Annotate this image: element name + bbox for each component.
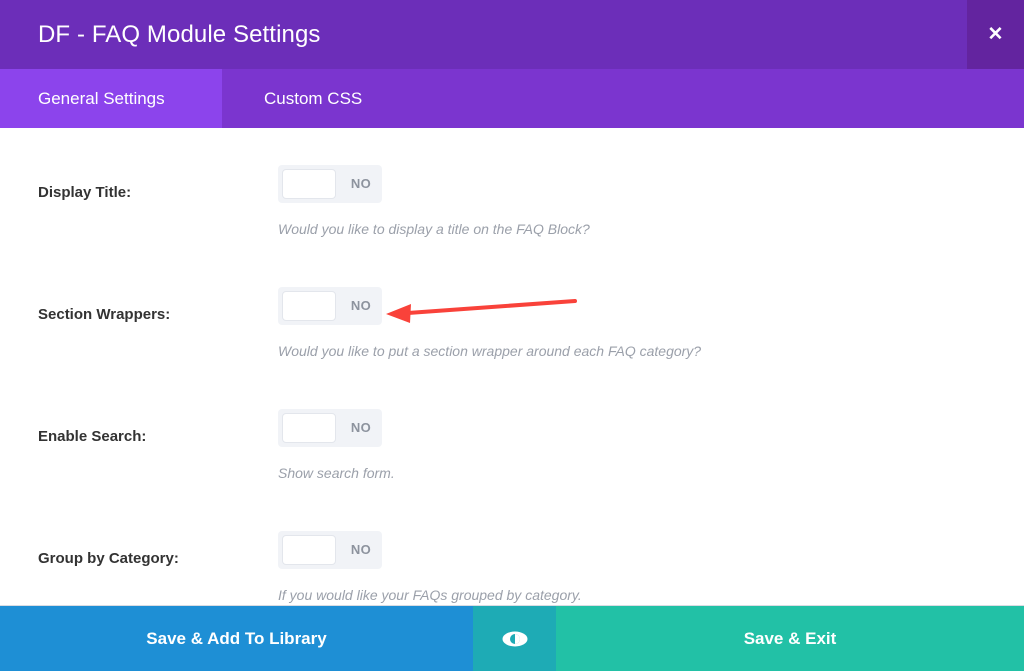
toggle-knob: [282, 413, 336, 443]
toggle-knob: [282, 169, 336, 199]
toggle-state-label: NO: [350, 420, 372, 435]
modal-footer: Save & Add To Library Save & Exit: [0, 605, 1024, 671]
tab-general-settings[interactable]: General Settings: [0, 69, 222, 128]
toggle-knob: [282, 291, 336, 321]
settings-form: Display Title: NO Would you like to disp…: [0, 128, 1024, 605]
eye-icon: [473, 606, 556, 671]
page-title: DF - FAQ Module Settings: [38, 21, 321, 48]
toggle-group-by-category[interactable]: NO: [278, 531, 382, 569]
toggle-state-label: NO: [350, 176, 372, 191]
field-label-display-title: Display Title:: [38, 184, 132, 201]
field-label-group-by-category: Group by Category:: [38, 550, 179, 567]
save-and-exit-button[interactable]: Save & Exit: [556, 606, 1024, 671]
faq-module-settings-modal: DF - FAQ Module Settings ✕ General Setti…: [0, 0, 1024, 671]
modal-header: DF - FAQ Module Settings ✕: [0, 0, 1024, 69]
close-button[interactable]: ✕: [967, 0, 1024, 69]
field-description-section-wrappers: Would you like to put a section wrapper …: [278, 343, 702, 359]
tab-bar: General Settings Custom CSS: [0, 69, 1024, 128]
toggle-enable-search[interactable]: NO: [278, 409, 382, 447]
field-description-enable-search: Show search form.: [278, 465, 395, 481]
field-description-group-by-category: If you would like your FAQs grouped by c…: [278, 587, 582, 603]
field-label-section-wrappers: Section Wrappers:: [38, 306, 171, 323]
toggle-state-label: NO: [350, 542, 372, 557]
tab-custom-css[interactable]: Custom CSS: [222, 69, 412, 128]
preview-button[interactable]: [473, 606, 556, 671]
field-description-display-title: Would you like to display a title on the…: [278, 221, 590, 237]
toggle-section-wrappers[interactable]: NO: [278, 287, 382, 325]
field-label-enable-search: Enable Search:: [38, 428, 147, 445]
save-and-add-to-library-button[interactable]: Save & Add To Library: [0, 606, 473, 671]
toggle-knob: [282, 535, 336, 565]
toggle-state-label: NO: [350, 298, 372, 313]
close-icon: ✕: [987, 24, 1004, 45]
toggle-display-title[interactable]: NO: [278, 165, 382, 203]
